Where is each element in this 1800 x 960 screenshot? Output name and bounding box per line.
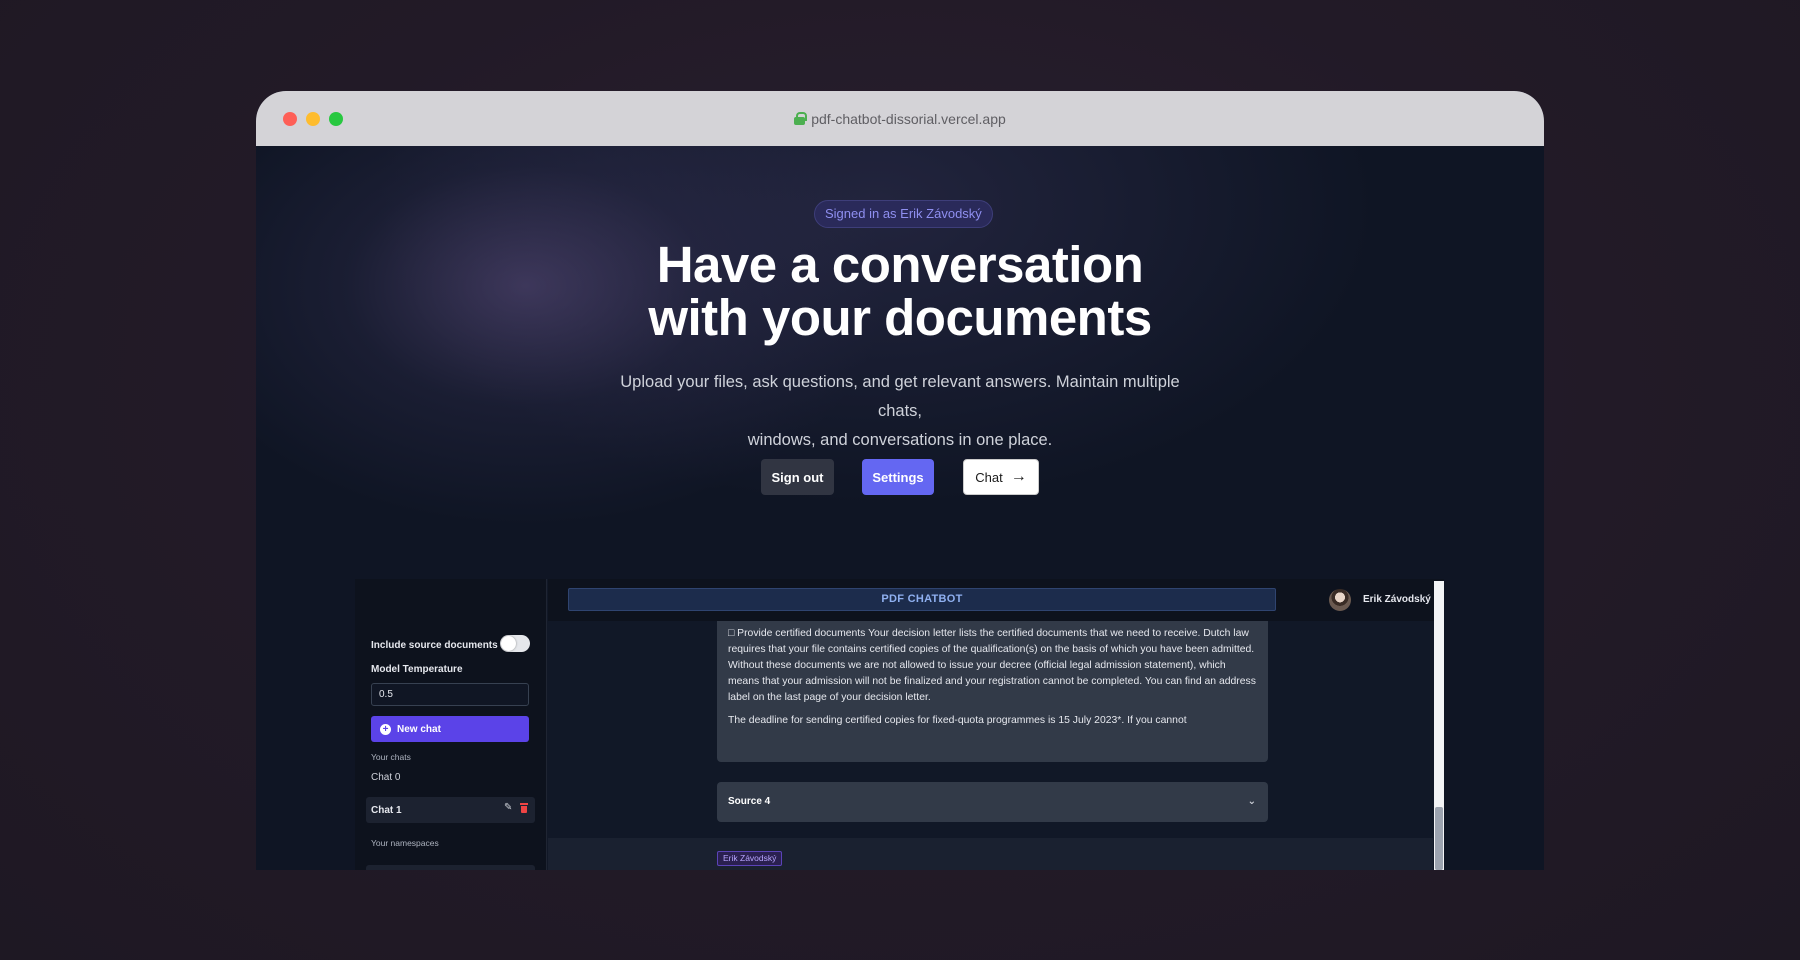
your-namespaces-label: Your namespaces xyxy=(371,838,439,848)
chat-button[interactable]: Chat → xyxy=(963,459,1039,495)
lock-icon xyxy=(794,112,808,125)
source-paragraph: □ Provide certified documents Your decis… xyxy=(728,628,1256,703)
include-source-label: Include source documents xyxy=(371,640,498,651)
settings-button[interactable]: Settings xyxy=(862,459,934,495)
app-sidebar: Include source documents Model Temperatu… xyxy=(355,579,547,870)
sign-out-button[interactable]: Sign out xyxy=(761,459,834,495)
headline-line-2: with your documents xyxy=(648,289,1152,346)
chevron-down-icon: ⌄ xyxy=(1247,796,1256,807)
headline-line-1: Have a conversation xyxy=(656,236,1144,293)
user-message-row: Erik Závodský xyxy=(548,838,1433,870)
subtitle-line-1: Upload your files, ask questions, and ge… xyxy=(620,373,1180,420)
url-text: pdf-chatbot-dissorial.vercel.app xyxy=(811,110,1006,127)
browser-window: pdf-chatbot-dissorial.vercel.app Signed … xyxy=(256,91,1544,870)
include-source-toggle[interactable] xyxy=(500,635,530,652)
address-bar[interactable]: pdf-chatbot-dissorial.vercel.app xyxy=(794,111,1006,127)
app-topbar: PDF CHATBOT Erik Závodský ⌄ xyxy=(548,579,1444,621)
avatar[interactable] xyxy=(1329,589,1351,611)
source-document-card: □ Provide certified documents Your decis… xyxy=(717,621,1268,762)
new-chat-label: New chat xyxy=(397,723,441,735)
trash-icon[interactable] xyxy=(520,803,528,813)
minimize-window-icon[interactable] xyxy=(306,112,320,126)
close-window-icon[interactable] xyxy=(283,112,297,126)
subtitle-line-2: windows, and conversations in one place. xyxy=(747,431,1053,449)
source-accordion-label: Source 4 xyxy=(728,796,771,807)
scrollbar-thumb[interactable] xyxy=(1435,807,1443,870)
signed-in-badge: Signed in as Erik Závodský xyxy=(814,200,993,228)
user-tag: Erik Závodský xyxy=(717,851,783,866)
model-temperature-input[interactable]: 0.5 xyxy=(371,683,529,706)
model-temperature-label: Model Temperature xyxy=(371,664,463,675)
chat-list-item-active[interactable]: Chat 1 ✎ xyxy=(366,797,535,823)
window-controls xyxy=(283,112,343,126)
hero-section: Signed in as Erik Závodský Have a conver… xyxy=(256,146,1544,870)
page-title: Have a conversation with your documents xyxy=(600,238,1200,344)
your-chats-label: Your chats xyxy=(371,752,411,762)
chat-list-item-label: Chat 1 xyxy=(371,805,402,816)
namespace-item[interactable] xyxy=(366,865,535,870)
source-paragraph: The deadline for sending certified copie… xyxy=(728,715,1187,726)
pencil-icon[interactable]: ✎ xyxy=(504,803,514,813)
new-chat-button[interactable]: + New chat xyxy=(371,716,529,742)
plus-icon: + xyxy=(380,723,391,735)
chat-button-label: Chat xyxy=(975,469,1003,485)
hero-subtitle: Upload your files, ask questions, and ge… xyxy=(600,368,1200,455)
chevron-down-icon[interactable]: ⌄ xyxy=(1418,592,1426,603)
arrow-right-icon: → xyxy=(1010,468,1027,485)
browser-titlebar: pdf-chatbot-dissorial.vercel.app xyxy=(256,91,1544,146)
chat-list-item[interactable]: Chat 0 xyxy=(371,772,400,783)
app-title-bar: PDF CHATBOT xyxy=(568,588,1276,611)
maximize-window-icon[interactable] xyxy=(329,112,343,126)
app-preview: Include source documents Model Temperatu… xyxy=(355,579,1444,870)
source-accordion-item[interactable]: Source 4 ⌄ xyxy=(717,782,1268,822)
